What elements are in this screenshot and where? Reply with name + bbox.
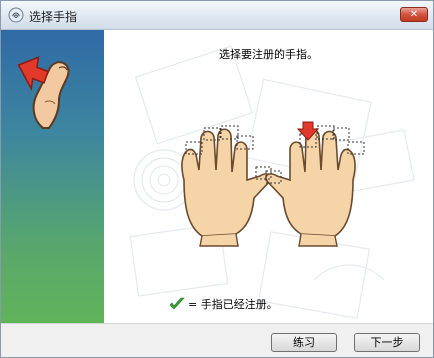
dialog-window: 选择手指 ✕ 选择要注册的手指。 = 手指已经注册。 练习 下一步 <box>0 0 434 358</box>
right-hand <box>265 128 356 247</box>
close-button[interactable]: ✕ <box>400 7 428 22</box>
sidebar-banner <box>1 30 104 323</box>
fingerprint-icon <box>8 7 24 23</box>
left-hand <box>181 128 272 247</box>
next-button[interactable]: 下一步 <box>354 333 420 352</box>
legend-text: = 手指已经注册。 <box>188 298 278 311</box>
window-title: 选择手指 <box>29 10 78 24</box>
legend: = 手指已经注册。 <box>169 296 278 312</box>
checkmark-icon <box>169 297 185 310</box>
title-bar[interactable]: 选择手指 ✕ <box>1 1 433 30</box>
button-bar: 练习 下一步 <box>1 323 433 357</box>
hands-illustration <box>181 121 365 247</box>
finger-press-icon <box>17 56 70 129</box>
main-content: 选择要注册的手指。 = 手指已经注册。 <box>104 30 433 323</box>
practice-button[interactable]: 练习 <box>271 333 337 352</box>
